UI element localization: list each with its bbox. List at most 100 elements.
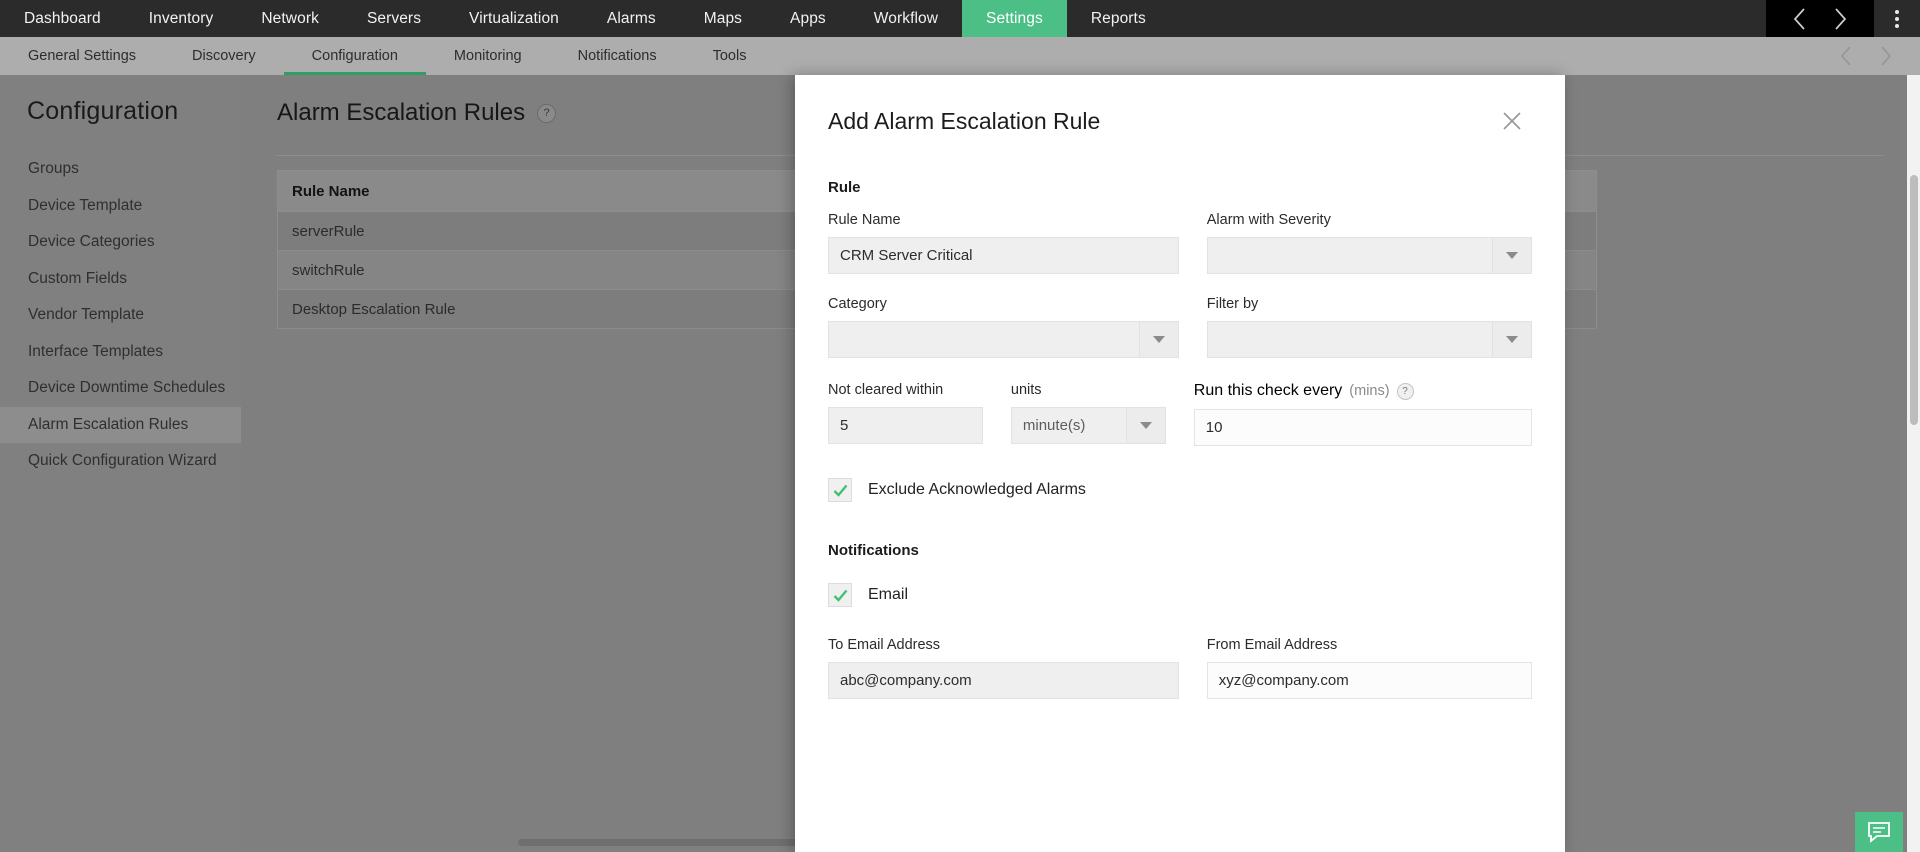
sidebar: Configuration Groups Device Template Dev…	[0, 75, 241, 852]
units-select[interactable]: minute(s)	[1010, 407, 1166, 444]
not-cleared-within-input[interactable]: 5	[828, 407, 983, 444]
topnav-arrow-group	[1766, 0, 1874, 37]
page-title: Alarm Escalation Rules	[277, 99, 526, 126]
email-checkbox-row: Email	[828, 583, 1532, 607]
topnav-item-workflow[interactable]: Workflow	[850, 0, 962, 37]
label-filter-by: Filter by	[1206, 296, 1259, 312]
form-row-email-addresses: To Email Address abc@company.com From Em…	[828, 637, 1532, 699]
topnav-item-servers[interactable]: Servers	[343, 0, 445, 37]
sidebar-item-label: Interface Templates	[28, 342, 163, 360]
sidebar-item-device-categories[interactable]: Device Categories	[0, 224, 241, 261]
label-from-email-address: From Email Address	[1206, 637, 1338, 653]
topnav-label: Settings	[986, 9, 1043, 27]
sidebar-item-device-downtime-schedules[interactable]: Device Downtime Schedules	[0, 370, 241, 407]
topnav-item-virtualization[interactable]: Virtualization	[445, 0, 583, 37]
sidebar-item-custom-fields[interactable]: Custom Fields	[0, 261, 241, 298]
dialog-header: Add Alarm Escalation Rule	[795, 75, 1565, 135]
sidebar-item-label: Device Template	[28, 196, 143, 214]
subnav-label: Tools	[712, 48, 747, 64]
label-category: Category	[828, 296, 887, 312]
dot	[1895, 9, 1899, 14]
topnav-item-inventory[interactable]: Inventory	[125, 0, 238, 37]
topnav-label: Virtualization	[469, 9, 559, 27]
chat-bubble-icon[interactable]	[1855, 812, 1903, 852]
help-icon[interactable]: ?	[537, 103, 557, 123]
email-checkbox[interactable]	[828, 583, 852, 607]
topnav-item-network[interactable]: Network	[237, 0, 343, 37]
subnav-item-monitoring[interactable]: Monitoring	[426, 37, 550, 75]
topnav-item-dashboard[interactable]: Dashboard	[0, 0, 125, 37]
label-alarm-with-severity: Alarm with Severity	[1206, 212, 1331, 228]
topnav-label: Inventory	[148, 9, 214, 27]
topnav-label: Network	[261, 9, 319, 27]
chevron-right-icon[interactable]	[1820, 0, 1860, 37]
vertical-dots-icon[interactable]	[1874, 0, 1920, 37]
subnav-item-notifications[interactable]: Notifications	[550, 37, 685, 75]
sidebar-item-device-template[interactable]: Device Template	[0, 188, 241, 225]
dialog-body: Rule Rule Name CRM Server Critical Alarm…	[795, 179, 1565, 699]
subnav-label: Monitoring	[453, 48, 522, 64]
topnav-item-settings[interactable]: Settings	[962, 0, 1067, 37]
section-heading-rule: Rule	[828, 179, 861, 196]
subnav-item-tools[interactable]: Tools	[685, 37, 775, 75]
chevron-right-icon[interactable]	[1866, 37, 1906, 75]
sidebar-item-label: Quick Configuration Wizard	[28, 452, 217, 470]
sidebar-item-label: Device Downtime Schedules	[28, 379, 226, 397]
category-select[interactable]	[828, 321, 1179, 358]
sidebar-item-label: Groups	[28, 160, 79, 178]
to-email-address-input[interactable]: abc@company.com	[828, 662, 1179, 699]
from-email-address-input[interactable]: xyz@company.com	[1206, 662, 1532, 699]
help-icon[interactable]: ?	[1396, 382, 1414, 400]
topnav-item-apps[interactable]: Apps	[766, 0, 850, 37]
close-icon[interactable]	[1499, 108, 1525, 134]
topnav-label: Apps	[790, 9, 826, 27]
topnav-label: Maps	[703, 9, 743, 27]
field-group-to-email-address: To Email Address abc@company.com	[828, 637, 1179, 699]
label-run-this-check-every: Run this check every	[1193, 382, 1343, 399]
exclude-acknowledged-alarms-row: Exclude Acknowledged Alarms	[828, 478, 1532, 502]
filter-by-select[interactable]	[1206, 321, 1532, 358]
subnav-item-general-settings[interactable]: General Settings	[0, 37, 164, 75]
topnav-item-reports[interactable]: Reports	[1067, 0, 1170, 37]
subnav-item-configuration[interactable]: Configuration	[283, 37, 427, 75]
label-run-this-check-every-suffix: (mins)	[1349, 383, 1390, 399]
topnav-item-maps[interactable]: Maps	[680, 0, 766, 37]
rule-name-input[interactable]: CRM Server Critical	[828, 237, 1179, 274]
sidebar-item-groups[interactable]: Groups	[0, 151, 241, 188]
label-not-cleared-within: Not cleared within	[828, 382, 944, 398]
chevron-left-icon[interactable]	[1780, 0, 1820, 37]
sidebar-title: Configuration	[27, 97, 179, 125]
run-this-check-every-input[interactable]: 10	[1193, 409, 1532, 446]
topnav-label: Alarms	[606, 9, 656, 27]
chevron-down-icon	[1125, 408, 1165, 443]
units-value: minute(s)	[1022, 417, 1086, 434]
sidebar-item-interface-templates[interactable]: Interface Templates	[0, 334, 241, 371]
chevron-left-icon[interactable]	[1826, 37, 1866, 75]
sidebar-item-alarm-escalation-rules[interactable]: Alarm Escalation Rules	[0, 406, 241, 443]
subnav-spacer	[774, 37, 1826, 75]
form-row-category-filter: Category Filter by	[828, 296, 1532, 358]
sidebar-item-quick-configuration-wizard[interactable]: Quick Configuration Wizard	[0, 443, 241, 480]
vertical-scrollbar-track[interactable]	[1907, 75, 1920, 852]
alarm-with-severity-select[interactable]	[1206, 237, 1532, 274]
subnav-label: General Settings	[28, 48, 137, 64]
email-checkbox-label: Email	[868, 586, 909, 603]
vertical-scrollbar-thumb[interactable]	[1910, 175, 1918, 425]
top-navigation-bar: Dashboard Inventory Network Servers Virt…	[0, 0, 1920, 37]
dialog-title: Add Alarm Escalation Rule	[828, 108, 1101, 134]
sidebar-item-vendor-template[interactable]: Vendor Template	[0, 297, 241, 334]
add-alarm-escalation-rule-dialog: Add Alarm Escalation Rule Rule Rule Name…	[795, 75, 1565, 852]
app-root: Dashboard Inventory Network Servers Virt…	[0, 0, 1920, 852]
label-rule-name: Rule Name	[828, 212, 901, 228]
section-heading-notifications: Notifications	[828, 542, 919, 559]
sub-navigation-bar: General Settings Discovery Configuration…	[0, 37, 1920, 75]
exclude-acknowledged-alarms-label: Exclude Acknowledged Alarms	[868, 481, 1086, 498]
sidebar-menu: Groups Device Template Device Categories…	[0, 151, 241, 480]
topnav-item-alarms[interactable]: Alarms	[583, 0, 680, 37]
topnav-label: Workflow	[873, 9, 939, 27]
sidebar-item-label: Vendor Template	[28, 306, 145, 324]
field-group-rule-name: Rule Name CRM Server Critical	[828, 212, 1179, 274]
exclude-acknowledged-alarms-checkbox[interactable]	[828, 478, 852, 502]
subnav-item-discovery[interactable]: Discovery	[164, 37, 284, 75]
chevron-down-icon	[1492, 322, 1531, 357]
